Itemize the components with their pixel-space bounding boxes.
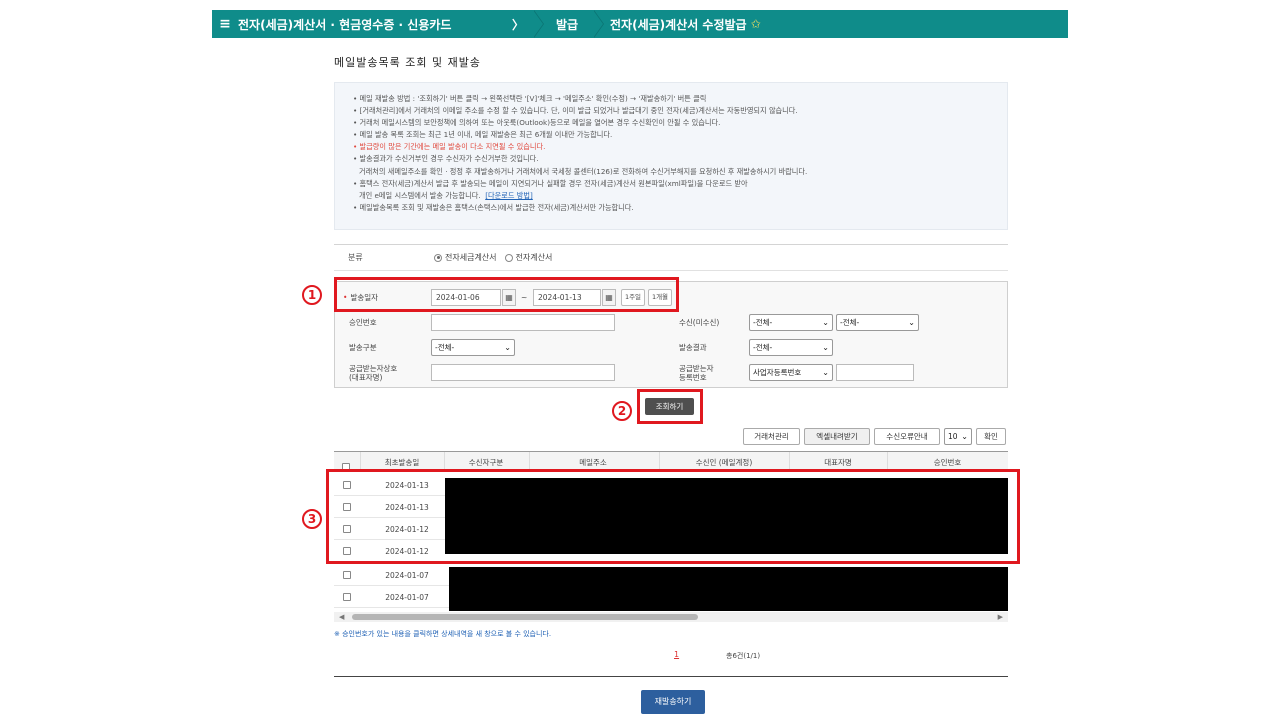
send-type-label: 발송구분 <box>349 343 377 352</box>
header-recipient: 수신인 (메일계정) <box>695 458 753 467</box>
divider <box>334 676 1008 677</box>
notice-item: • 메일 재발송 방법 : '조회하기' 버튼 클릭 → 왼쪽선택란 '[V]'… <box>353 94 707 103</box>
header-email-address: 메일주소 <box>579 458 607 467</box>
notice-item: • 홈택스 전자(세금)계산서 발급 후 발송되는 메일이 지연되거나 실패할 … <box>353 178 748 188</box>
breadcrumb-current: 전자(세금)계산서 수정발급 ✩ <box>608 10 761 38</box>
notice-item: • 메일발송목록 조회 및 재발송은 홈택스(손택스)에서 발급한 전자(세금)… <box>353 202 634 212</box>
notice-item: • 발송결과가 수신거부인 경우 수신자가 수신거부한 것입니다. <box>353 154 539 164</box>
breadcrumb-separator <box>593 10 608 38</box>
chevron-down-icon: ⌄ <box>822 368 829 377</box>
header-approval-no: 승인번호 <box>933 458 962 467</box>
chevron-down-icon: 〉 <box>511 17 524 32</box>
chevron-down-icon: ⌄ <box>822 318 829 327</box>
select-value: -전체- <box>753 318 773 327</box>
radio-icon[interactable] <box>504 253 513 262</box>
category-label: 분류 <box>348 253 363 262</box>
notice-item: 거래처의 새메일주소를 확인 · 정정 후 재발송하거나 거래처에서 국세청 콜… <box>359 166 808 176</box>
breadcrumb-category[interactable]: 전자(세금)계산서 · 현금영수증 · 신용카드 〉 <box>238 10 534 38</box>
notice-item-text: 개인 e메일 시스템에서 발송 가능합니다. <box>359 190 481 200</box>
supplier-reg-type-select[interactable]: 사업자등록번호 ⌄ <box>749 364 833 381</box>
header-first-send-date: 최초발송일 <box>384 458 420 467</box>
receiver-select-2[interactable]: -전체- ⌄ <box>836 314 919 331</box>
breadcrumb-category-label: 전자(세금)계산서 · 현금영수증 · 신용카드 <box>238 17 452 32</box>
notice-item-warning: • 발급량이 많은 기간에는 메일 발송이 다소 지연될 수 있습니다. <box>353 142 546 152</box>
page-title: 메일발송목록 조회 및 재발송 <box>334 56 481 69</box>
category-option-invoice[interactable]: 전자계산서 <box>504 252 553 263</box>
search-button[interactable]: 조회하기 <box>645 398 694 415</box>
highlight-box-date <box>334 277 679 312</box>
supplier-name-label: 공급받는자상호 (대표자명) <box>349 364 398 382</box>
select-value: -전체- <box>840 318 860 327</box>
notice-item: • 메일 발송 목록 조회는 최근 1년 이내, 메일 재발송은 최근 6개월 … <box>353 130 613 140</box>
supplier-reg-label: 공급받는자 등록번호 <box>679 364 714 382</box>
breadcrumb-issue-label: 발급 <box>556 17 579 32</box>
breadcrumb-current-label: 전자(세금)계산서 수정발급 <box>610 17 747 32</box>
send-type-select[interactable]: -전체- ⌄ <box>431 339 515 356</box>
supplier-reg-input[interactable] <box>836 364 914 381</box>
scrollbar-thumb[interactable] <box>352 614 698 620</box>
star-icon[interactable]: ✩ <box>751 17 761 31</box>
category-row: 분류 전자세금계산서 전자계산서 <box>334 244 1008 271</box>
footnote: ※ 승인번호가 있는 내용을 클릭하면 상세내역을 새 창으로 볼 수 있습니다… <box>334 630 552 638</box>
total-count: 총6건(1/1) <box>726 652 761 660</box>
approval-no-label: 승인번호 <box>349 318 377 327</box>
highlight-box-rows <box>326 469 1020 564</box>
chevron-down-icon: ⌄ <box>908 318 915 327</box>
annotation-number-3: 3 <box>302 509 322 529</box>
row-date: 2024-01-07 <box>385 571 429 580</box>
header-representative: 대표자명 <box>824 458 852 467</box>
notice-item: • [거래처관리]에서 거래처의 이메일 주소를 수정 할 수 있습니다. 단,… <box>353 106 798 116</box>
annotation-number-2: 2 <box>612 401 632 421</box>
select-value: 10 <box>948 432 958 441</box>
category-option-label: 전자세금계산서 <box>445 253 497 262</box>
row-date: 2024-01-07 <box>385 593 429 602</box>
confirm-button[interactable]: 확인 <box>976 428 1006 445</box>
radio-selected-icon[interactable] <box>434 253 442 262</box>
breadcrumb-separator <box>533 10 548 38</box>
reception-error-guide-button[interactable]: 수신오류안내 <box>874 428 940 445</box>
chevron-down-icon: ⌄ <box>822 343 829 352</box>
select-value: -전체- <box>753 343 773 352</box>
select-value: -전체- <box>435 343 455 352</box>
menu-icon[interactable]: ≡ <box>212 16 238 32</box>
category-option-label: 전자계산서 <box>515 253 553 262</box>
client-management-button[interactable]: 거래처관리 <box>743 428 800 445</box>
scroll-right-icon[interactable]: ▶ <box>998 612 1003 622</box>
page-size-select[interactable]: 10 ⌄ <box>944 428 972 445</box>
resend-button[interactable]: 재발송하기 <box>641 690 705 714</box>
receiver-select-1[interactable]: -전체- ⌄ <box>749 314 833 331</box>
chevron-down-icon: ⌄ <box>504 343 511 352</box>
notice-item: • 거래처 메일시스템의 보안정책에 의하여 또는 아웃룩(Outlook)등으… <box>353 118 721 128</box>
supplier-name-input[interactable] <box>431 364 615 381</box>
notice-item: 개인 e메일 시스템에서 발송 가능합니다. [다운로드 방법] <box>353 190 995 202</box>
download-method-link[interactable]: [다운로드 방법] <box>485 191 533 200</box>
redacted-area <box>449 567 1008 611</box>
top-nav-bar: ≡ 전자(세금)계산서 · 현금영수증 · 신용카드 〉 발급 전자(세금)계산… <box>212 10 1068 38</box>
send-result-select[interactable]: -전체- ⌄ <box>749 339 833 356</box>
receiver-label: 수신(미수신) <box>679 318 720 327</box>
send-result-label: 발송결과 <box>679 343 707 352</box>
row-checkbox[interactable] <box>343 593 351 603</box>
row-checkbox[interactable] <box>343 571 351 581</box>
select-value: 사업자등록번호 <box>753 368 802 377</box>
notice-box: • 메일 재발송 방법 : '조회하기' 버튼 클릭 → 왼쪽선택란 '[V]'… <box>334 82 1008 230</box>
horizontal-scrollbar[interactable]: ◀ ▶ <box>334 612 1008 622</box>
excel-download-button[interactable]: 엑셀내려받기 <box>804 428 870 445</box>
page-link-current[interactable]: 1 <box>674 650 679 659</box>
header-receiver-type: 수신자구분 <box>468 458 504 467</box>
approval-no-input[interactable] <box>431 314 615 331</box>
scroll-left-icon[interactable]: ◀ <box>339 612 344 622</box>
chevron-down-icon: ⌄ <box>961 432 968 441</box>
breadcrumb-issue[interactable]: 발급 <box>548 10 594 38</box>
annotation-number-1: 1 <box>302 285 322 305</box>
category-option-tax-invoice[interactable]: 전자세금계산서 <box>434 252 497 263</box>
